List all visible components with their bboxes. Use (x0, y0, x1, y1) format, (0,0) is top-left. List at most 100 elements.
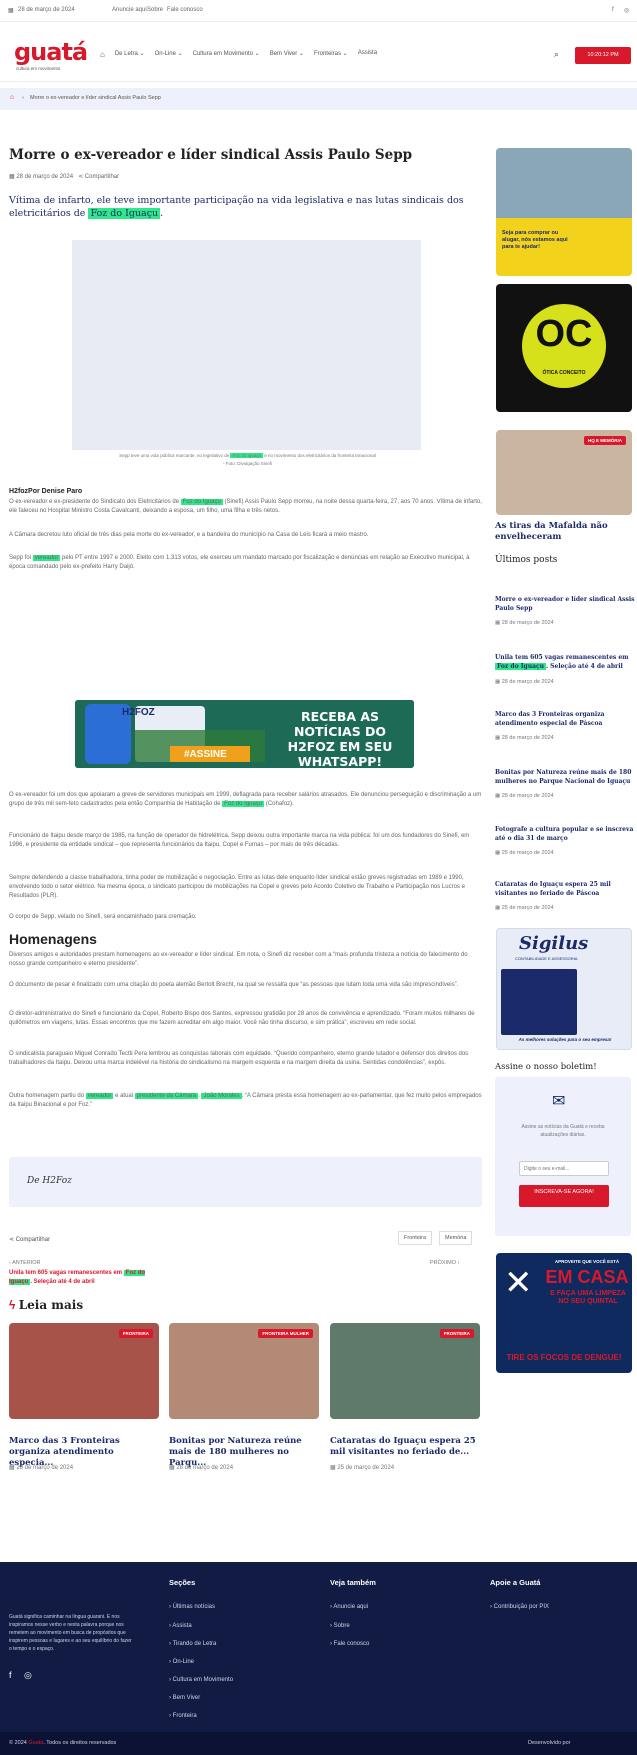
nav-item-fronteiras[interactable]: Fronteiras ⌄ (314, 50, 348, 59)
footer-link[interactable]: › Fale conosco (330, 1641, 369, 1647)
tag-link-foz[interactable]: Foz do Iguaçu (222, 801, 265, 807)
paragraph: Funcionário de Itaipu desde março de 198… (9, 833, 470, 848)
share-icon[interactable]: ⋖ (78, 174, 83, 180)
facebook-icon[interactable]: f (9, 1670, 12, 1680)
share-icon[interactable]: ⋖ (9, 1237, 14, 1243)
feature-image[interactable]: HQ E MEMÓRIA (496, 430, 632, 515)
recent-post-link[interactable]: Fotografe a cultura popular e se inscrev… (495, 825, 637, 843)
footer-heading-secoes: Seções (169, 1578, 196, 1587)
paragraph: O sindicalista paraguaio Miguel Conrado … (9, 1051, 469, 1066)
recent-post-link[interactable]: Cataratas do Iguaçu espera 25 mil visita… (495, 880, 637, 898)
calendar-icon: ▦ (8, 8, 14, 14)
tag-link-vereador[interactable]: vereador (32, 555, 61, 561)
top-bar: ▦ 28 de março de 2024 Anuncie aqui Sobre… (0, 0, 637, 22)
card-tag[interactable]: FRONTEIRA (118, 1329, 153, 1338)
nav-item-cultura[interactable]: Cultura em Movimento ⌄ (193, 50, 260, 59)
ad-sigilus-tagline: As melhores soluções para o seu empresa! (518, 1037, 612, 1042)
prev-label[interactable]: ‹ ANTERIOR (9, 1260, 40, 1266)
copyright-bar: © 2024 Guatá. Todos os direitos reservad… (0, 1732, 637, 1755)
article-date: 28 de março de 2024 (16, 174, 74, 180)
tag-link-presidente[interactable]: presidente da Câmara (134, 1093, 199, 1099)
footer-link[interactable]: › Tirando de Letra (169, 1641, 216, 1647)
source-quote: De H2Foz (27, 1176, 72, 1186)
tag-memoria[interactable]: Memória (439, 1231, 473, 1245)
tag-link-joao-morales[interactable]: João Morales (201, 1093, 242, 1099)
paragraph: O ex-vereador e ex-presidente do Sindica… (9, 499, 482, 514)
footer-link[interactable]: › Contribuição por PIX (490, 1604, 549, 1610)
footer-link[interactable]: › Anuncie aqui (330, 1604, 368, 1610)
search-icon[interactable]: ⌕ (554, 49, 559, 60)
top-link-anuncie[interactable]: Anuncie aqui (112, 7, 147, 13)
breadcrumb-current: Morre o ex-vereador e líder sindical Ass… (30, 95, 161, 101)
calendar-icon: ▦ (9, 174, 15, 180)
copyright: © 2024 Guatá. Todos os direitos reservad… (9, 1740, 117, 1746)
ad-sigilus-box (501, 969, 577, 1035)
card-date: ▦ 28 de março de 2024 (9, 1465, 74, 1471)
footer-link[interactable]: › On-Line (169, 1659, 194, 1665)
footer-link[interactable]: › Sobre (330, 1623, 350, 1629)
share-link[interactable]: Compartilhar (16, 1237, 50, 1243)
recent-posts-heading: Últimos posts (495, 555, 558, 565)
ad-dengue[interactable]: APROVEITE QUE VOCÊ ESTÁ EM CASA E FAÇA U… (496, 1253, 632, 1373)
footer-link[interactable]: › Últimas notícias (169, 1604, 215, 1610)
share-bottom[interactable]: ⋖ Compartilhar (9, 1236, 50, 1243)
ad-sigilus[interactable]: Sigilus CONTABILIDADE E ASSESSORIA As me… (496, 928, 632, 1050)
prev-post-link[interactable]: Unila tem 605 vagas remanescentes em Foz… (9, 1269, 149, 1287)
instagram-icon[interactable]: ◎ (24, 1670, 32, 1681)
recent-post-date: ▦ 28 de março de 2024 (495, 620, 554, 626)
footer-link[interactable]: › Bem Viver (169, 1695, 200, 1701)
site-logo-tagline: cultura em movimento (16, 66, 61, 71)
mail-icon: ✉ (552, 1093, 566, 1110)
feature-title[interactable]: As tiras da Mafalda não envelheceram (495, 521, 635, 543)
caption-tag-link[interactable]: Foz do Iguaçu (230, 453, 264, 458)
ad-otica[interactable]: OC ÓTICA CONCEITO (496, 284, 632, 412)
newsletter-email-input[interactable] (519, 1161, 609, 1176)
card-image[interactable]: FRONTEIRA (330, 1323, 480, 1419)
tag-link-vereador[interactable]: vereador (85, 1093, 114, 1099)
newsletter-subscribe-button[interactable]: INSCREVA-SE AGORA! (519, 1185, 609, 1207)
next-label[interactable]: PRÓXIMO › (430, 1260, 459, 1266)
instagram-icon[interactable]: ◎ (624, 7, 629, 14)
home-icon[interactable]: ⌂ (100, 50, 105, 59)
card-image[interactable]: FRONTEIRA MULHER (169, 1323, 319, 1419)
newsletter-text: Assine as notícias da Guatá e receba atu… (521, 1124, 605, 1138)
nav-item-on-line[interactable]: On-Line ⌄ (155, 50, 183, 59)
top-link-sobre[interactable]: Sobre (147, 7, 163, 13)
footer-link[interactable]: › Assista (169, 1623, 192, 1629)
recent-post-date: ▦ 28 de março de 2024 (495, 679, 554, 685)
footer-link[interactable]: › Cultura em Movimento (169, 1677, 233, 1683)
site-logo[interactable]: guatá (14, 38, 88, 66)
tag-link-foz[interactable]: Foz do Iguaçu (88, 208, 161, 219)
footer-heading-apoie: Apoie a Guatá (490, 1578, 541, 1587)
card-title[interactable]: Cataratas do Iguaçu espera 25 mil visita… (330, 1436, 480, 1458)
facebook-icon[interactable]: f (612, 7, 614, 13)
nav-item-assista[interactable]: Assista (358, 50, 377, 59)
feature-tag[interactable]: HQ E MEMÓRIA (583, 436, 626, 445)
recent-post-link[interactable]: Unila tem 605 vagas remanescentes em Foz… (495, 653, 637, 671)
nav-item-de-letra[interactable]: De Letra ⌄ (115, 50, 145, 59)
ad-real-estate[interactable]: Seja para comprar ou alugar, nós estamos… (496, 148, 632, 276)
copyright-brand-link[interactable]: Guatá (28, 1740, 43, 1746)
banner-text: RECEBA AS NOTÍCIAS DO H2FOZ EM SEU WHATS… (287, 709, 393, 769)
recent-post-link[interactable]: Morre o ex-vereador e líder sindical Ass… (495, 595, 637, 613)
card-image[interactable]: FRONTEIRA (9, 1323, 159, 1419)
main-nav: ⌂ De Letra ⌄ On-Line ⌄ Cultura em Movime… (100, 50, 377, 59)
card-tag[interactable]: FRONTEIRA MULHER (258, 1329, 313, 1338)
top-link-fale[interactable]: Fale conosco (167, 7, 203, 13)
paragraph: Diversos amigos e autoridades prestam ho… (9, 952, 468, 967)
tag-link-foz[interactable]: Foz do Iguaçu (180, 499, 223, 505)
card-date: ▦ 28 de março de 2024 (169, 1465, 234, 1471)
tag-fronteira[interactable]: Fronteira (398, 1231, 433, 1245)
newsletter-heading: Assine o nosso boletim! (495, 1062, 597, 1072)
card-tag[interactable]: FRONTEIRA (439, 1329, 474, 1338)
nav-item-bem-viver[interactable]: Bem Viver ⌄ (270, 50, 304, 59)
paragraph: Sempre defendendo a classe trabalhadora,… (9, 875, 465, 899)
article-meta: ▦ 28 de março de 2024 ⋖ Compartilhar (9, 173, 119, 180)
recent-post-link[interactable]: Bonitas por Natureza reúne mais de 180 m… (495, 768, 637, 786)
home-icon[interactable]: ⌂ (10, 94, 14, 101)
share-link[interactable]: Compartilhar (85, 174, 119, 180)
recent-post-link[interactable]: Marco das 3 Fronteiras organiza atendime… (495, 710, 637, 728)
ad-otica-name: ÓTICA CONCEITO (542, 370, 586, 376)
clock-button[interactable]: 10:20:12 PM (575, 47, 631, 64)
footer-link[interactable]: › Fronteira (169, 1713, 197, 1719)
